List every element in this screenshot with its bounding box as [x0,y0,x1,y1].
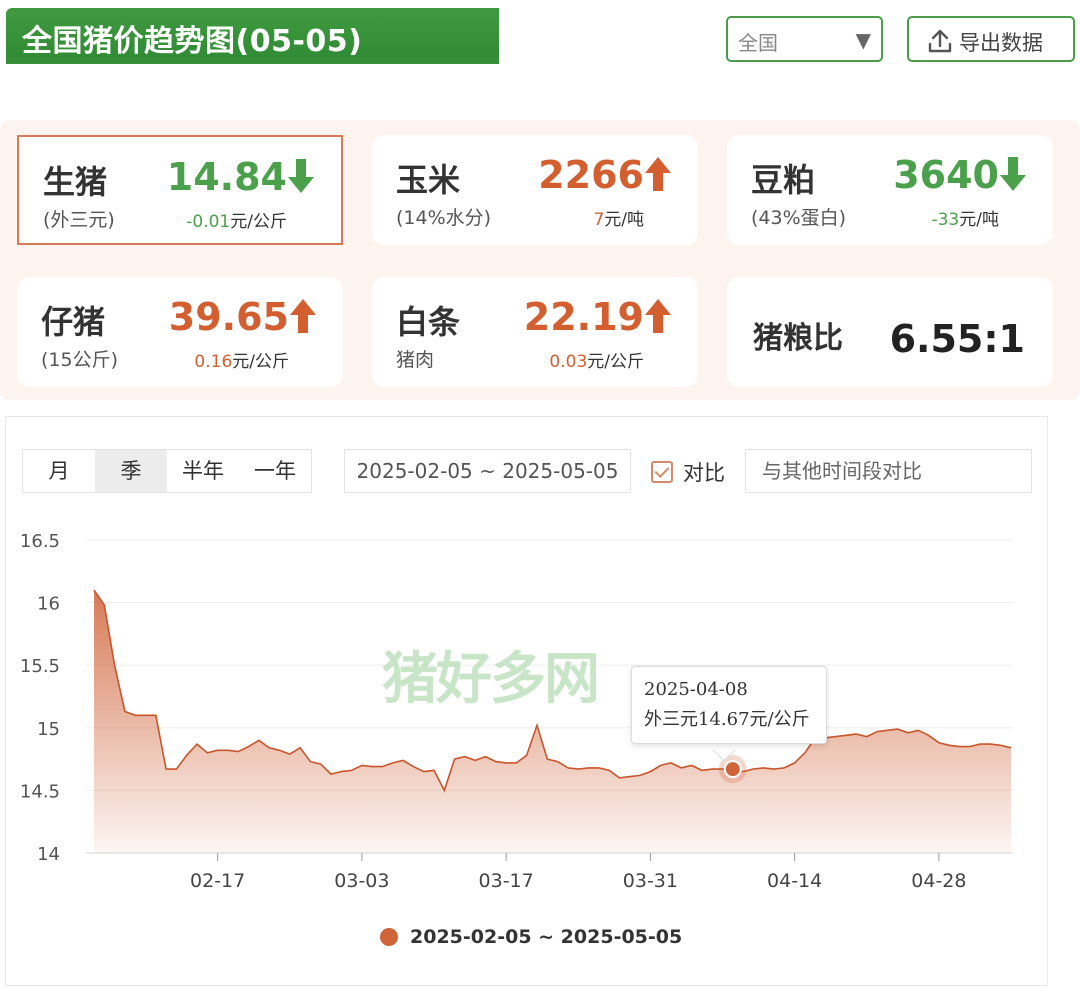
region-select[interactable]: 全国 ▼ [726,16,883,62]
date-range-picker[interactable]: 2025-02-05 ~ 2025-05-05 [344,449,631,493]
card-change: 0.16元/公斤 [194,347,289,372]
card-change-unit: 元/公斤 [230,212,287,232]
card-live-hog[interactable]: 生猪 (外三元) 14.84 -0.01元/公斤 [17,135,343,245]
card-change-unit: 元/吨 [604,210,644,230]
card-change: 7元/吨 [593,205,644,230]
compare-label: 对比 [683,461,725,485]
x-tick-label: 02-17 [190,870,245,892]
card-sub: (15公斤) [41,349,119,371]
export-data-label: 导出数据 [959,31,1043,55]
card-change-value: -0.01 [186,212,231,232]
export-data-button[interactable]: 导出数据 [907,16,1075,62]
card-change-value: 0.03 [549,352,588,372]
period-tabs: 月 季 半年 一年 [22,449,312,493]
card-name: 玉米 [396,161,461,199]
upload-icon [928,29,952,53]
arrow-up-icon [645,157,671,191]
y-tick-label: 14 [37,844,60,865]
card-sub: (43%蛋白) [751,207,847,229]
y-tick-label: 16.5 [20,531,60,552]
card-sub: (14%水分) [396,207,492,229]
caret-down-icon: ▼ [855,28,871,52]
card-price: 39.65 [168,295,289,339]
page-title: 全国猪价趋势图(05-05) [22,24,363,59]
compare-period-input[interactable]: 与其他时间段对比 [745,449,1032,493]
x-tick-label: 03-17 [479,870,534,892]
arrow-down-icon [288,159,314,193]
card-change: -33元/吨 [931,205,999,230]
arrow-up-icon [290,299,316,333]
tab-quarter[interactable]: 季 [95,450,167,492]
title-banner: 全国猪价趋势图(05-05) [6,8,499,64]
tooltip-date: 2025-04-08 [644,679,748,700]
card-change-value: 0.16 [194,352,233,372]
chart-tooltip: 2025-04-08 外三元14.67元/公斤 [631,666,827,744]
card-change-unit: 元/吨 [959,210,999,230]
x-tick-label: 03-03 [334,870,389,892]
highlight-point[interactable] [723,760,742,779]
card-name: 猪粮比 [753,321,843,356]
compare-checkbox[interactable] [651,461,673,483]
y-tick-label: 14.5 [20,781,60,802]
card-change-value: 7 [593,210,605,230]
y-tick-label: 15 [37,719,60,740]
x-tick-label: 03-31 [623,870,678,892]
card-price: 22.19 [523,295,644,339]
card-change-unit: 元/公斤 [587,352,644,372]
card-price: 3640 [893,153,999,197]
card-piglet[interactable]: 仔猪 (15公斤) 39.65 0.16元/公斤 [17,277,343,387]
legend-marker [380,928,398,946]
card-price: 14.84 [166,155,287,199]
card-corn[interactable]: 玉米 (14%水分) 2266 7元/吨 [372,135,698,245]
tooltip-value: 外三元14.67元/公斤 [644,709,810,730]
card-hog-grain-ratio[interactable]: 猪粮比 6.55:1 [727,277,1053,387]
tab-half-year[interactable]: 半年 [167,450,239,492]
card-change-value: -33 [931,210,960,230]
y-tick-label: 16 [37,594,60,615]
card-change: -0.01元/公斤 [186,207,287,232]
page: 全国猪价趋势图(05-05) 全国 ▼ 导出数据 生猪 (外三元) 14.84 … [0,0,1080,989]
hog-grain-ratio-value: 6.55:1 [889,317,1025,361]
arrow-up-icon [645,299,671,333]
price-chart[interactable]: 1414.51515.51616.5 02-17 03-03 03-17 03-31 0… [0,520,1040,910]
x-tick-label: 04-28 [911,870,966,892]
x-axis: 02-17 03-03 03-17 03-31 04-14 04-28 [190,853,966,892]
y-tick-label: 15.5 [20,656,60,677]
tab-year[interactable]: 一年 [239,450,311,492]
tab-month[interactable]: 月 [23,450,95,492]
card-pork-carcass[interactable]: 白条 猪肉 22.19 0.03元/公斤 [372,277,698,387]
watermark-logo: 猪好多网 [382,646,600,712]
price-area [94,590,1011,853]
x-tick-label: 04-14 [767,870,822,892]
card-price: 2266 [538,153,644,197]
y-axis: 14 14.5 15 15.5 16 16.5 [20,531,60,865]
card-sub: 猪肉 [396,349,435,371]
card-name: 仔猪 [41,303,106,341]
arrow-down-icon [1000,157,1026,191]
region-select-value: 全国 [738,31,778,55]
card-soybean-meal[interactable]: 豆粕 (43%蛋白) 3640 -33元/吨 [727,135,1053,245]
card-sub: (外三元) [43,209,115,231]
card-change-unit: 元/公斤 [232,352,289,372]
legend-label[interactable]: 2025-02-05 ~ 2025-05-05 [410,926,682,948]
card-name: 生猪 [43,163,108,201]
card-name: 白条 [396,303,461,341]
card-change: 0.03元/公斤 [549,347,644,372]
card-name: 豆粕 [751,161,816,199]
